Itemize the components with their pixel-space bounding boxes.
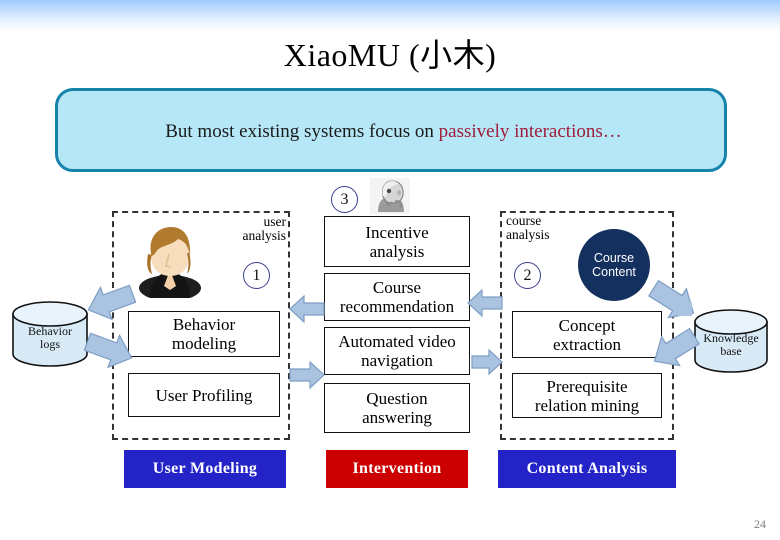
callout-text: But most existing systems focus on passi… bbox=[58, 121, 730, 143]
course-analysis-caption: course analysis bbox=[506, 214, 566, 242]
user-analysis-caption-line2: analysis bbox=[242, 228, 287, 243]
arrow-knowledge-base-to-concept-extraction-icon bbox=[648, 327, 700, 375]
arrow-to-behavior-logs-icon bbox=[84, 282, 137, 327]
behavior-logs-label: Behavior logs bbox=[10, 325, 90, 351]
knowledge-base-label: Knowledge base bbox=[692, 332, 770, 358]
arrow-intervention-to-user-modeling-icon bbox=[288, 294, 326, 329]
process-box-automated-video-navigation: Automated video navigation bbox=[324, 327, 470, 375]
callout-box: But most existing systems focus on passi… bbox=[55, 88, 727, 172]
behavior-logs-datastore: Behavior logs bbox=[10, 301, 90, 367]
callout-text-plain: But most existing systems focus on bbox=[165, 121, 439, 142]
process-box-incentive-analysis-line2: analysis bbox=[369, 241, 425, 261]
process-box-incentive-analysis-line1: Incentive bbox=[365, 222, 429, 242]
course-analysis-caption-line1: course bbox=[506, 213, 542, 228]
user-avatar-icon bbox=[133, 224, 207, 301]
process-box-user-profiling: User Profiling bbox=[128, 373, 280, 417]
page-title: XiaoMU (小木) bbox=[283, 37, 497, 73]
process-box-course-recommendation-line1: Course bbox=[372, 278, 422, 297]
legend-user-modeling[interactable]: User Modeling bbox=[124, 450, 286, 488]
process-box-behavior-modeling-line1: Behavior bbox=[172, 315, 236, 334]
process-box-behavior-modeling: Behavior modeling bbox=[128, 311, 280, 357]
course-content-line2: Content bbox=[592, 265, 636, 279]
process-box-automated-video-navigation-line1: Automated video bbox=[338, 332, 456, 351]
process-box-automated-video-navigation-line2: navigation bbox=[361, 351, 433, 370]
course-content-line1: Course bbox=[593, 251, 635, 265]
step-number-2: 2 bbox=[514, 262, 541, 289]
user-analysis-caption-line1: user bbox=[263, 214, 287, 229]
process-box-behavior-modeling-line2: modeling bbox=[171, 334, 237, 353]
step-number-1: 1 bbox=[243, 262, 270, 289]
legend-intervention[interactable]: Intervention bbox=[326, 450, 468, 488]
user-analysis-caption: user analysis bbox=[236, 214, 287, 243]
arrow-content-analysis-to-intervention-icon bbox=[466, 288, 504, 323]
arrow-user-modeling-to-intervention-icon bbox=[288, 360, 326, 395]
arrow-from-behavior-logs-icon bbox=[83, 330, 136, 375]
process-box-concept-extraction-line2: extraction bbox=[553, 334, 621, 354]
process-box-question-answering-line1: Question bbox=[366, 389, 428, 408]
process-box-question-answering: Question answering bbox=[324, 383, 470, 433]
knowledge-base-datastore: Knowledge base bbox=[692, 309, 770, 373]
arrow-intervention-to-content-analysis-icon bbox=[470, 348, 504, 381]
course-analysis-caption-line2: analysis bbox=[506, 227, 550, 242]
callout-text-ellipsis: … bbox=[602, 121, 623, 142]
process-box-prerequisite-relation-mining-line1: Prerequisite bbox=[546, 376, 628, 396]
legend-content-analysis[interactable]: Content Analysis bbox=[498, 450, 676, 488]
process-box-concept-extraction: Concept extraction bbox=[512, 311, 662, 358]
process-box-question-answering-line2: answering bbox=[362, 408, 432, 427]
process-box-incentive-analysis: Incentive analysis bbox=[324, 216, 470, 267]
process-box-course-recommendation: Course recommendation bbox=[324, 273, 470, 321]
process-box-course-recommendation-line2: recommendation bbox=[339, 297, 455, 316]
callout-text-highlight: passively interactions bbox=[438, 121, 603, 142]
knowledge-base-line2: base bbox=[720, 344, 742, 358]
behavior-logs-line2: logs bbox=[39, 337, 60, 351]
robot-icon bbox=[370, 178, 410, 214]
process-box-prerequisite-relation-mining: Prerequisite relation mining bbox=[512, 373, 662, 418]
arrow-right-inbound-icon bbox=[676, 298, 698, 325]
course-content-node: Course Content bbox=[578, 229, 650, 301]
process-box-prerequisite-relation-mining-line2: relation mining bbox=[534, 395, 640, 415]
behavior-logs-line1: Behavior bbox=[28, 324, 72, 338]
step-number-3: 3 bbox=[331, 186, 358, 213]
knowledge-base-line1: Knowledge bbox=[703, 331, 759, 345]
process-box-user-profiling-line1: User Profiling bbox=[155, 385, 253, 405]
page-number: 24 bbox=[754, 517, 766, 531]
process-box-concept-extraction-line1: Concept bbox=[558, 315, 616, 335]
